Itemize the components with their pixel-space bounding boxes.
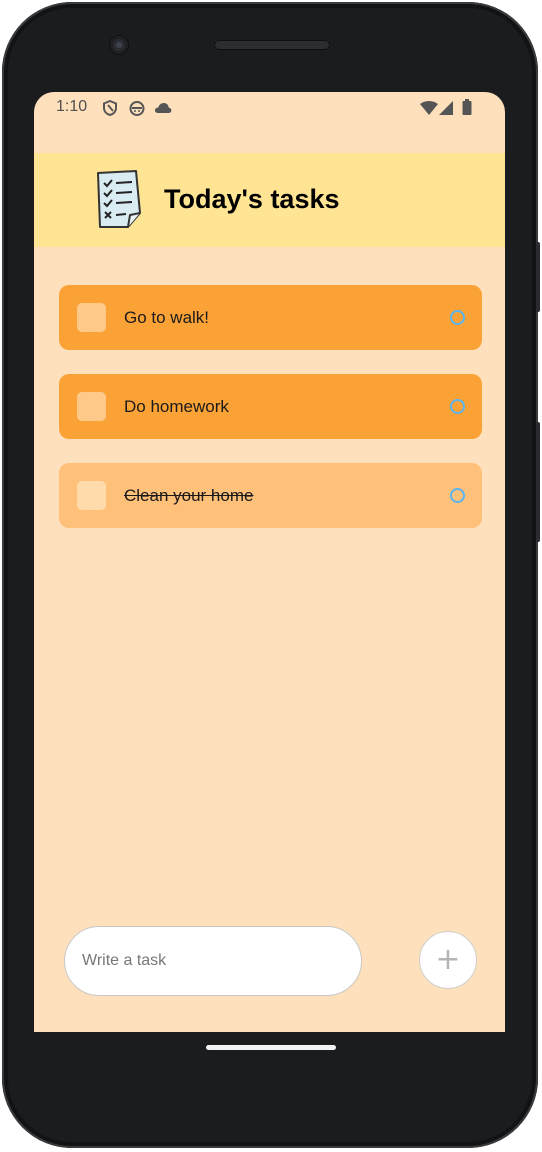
signal-icon — [439, 101, 453, 115]
task-checkbox[interactable] — [77, 303, 106, 332]
add-task-button[interactable]: + — [419, 931, 477, 989]
task-label: Go to walk! — [124, 308, 210, 327]
android-icon — [129, 101, 145, 116]
plus-icon: + — [435, 942, 461, 977]
task-label: Clean your home — [124, 486, 254, 505]
shield-icon — [103, 100, 117, 116]
status-bar: 1:10 — [34, 92, 505, 124]
task-input[interactable] — [65, 927, 361, 995]
power-button — [536, 242, 540, 312]
wifi-icon — [420, 101, 438, 115]
task-checkbox[interactable] — [77, 392, 106, 421]
earpiece-speaker — [214, 40, 330, 50]
volume-button — [536, 422, 540, 542]
task-item[interactable]: Clean your home — [59, 463, 482, 528]
battery-icon — [462, 99, 472, 115]
task-checkbox[interactable] — [77, 481, 106, 510]
app-screen: 1:10 Today's tasks Go to walk! Do homewo… — [34, 92, 505, 1032]
circle-icon — [450, 399, 465, 414]
task-item[interactable]: Go to walk! — [59, 285, 482, 350]
checklist-notepad-icon — [97, 170, 141, 228]
task-input-container — [64, 926, 362, 996]
home-gesture-bar[interactable] — [206, 1045, 336, 1050]
front-camera — [110, 36, 128, 54]
app-header: Today's tasks — [34, 153, 505, 247]
task-label: Do homework — [124, 397, 229, 416]
cloud-icon — [154, 103, 172, 113]
status-time: 1:10 — [56, 98, 88, 115]
circle-icon — [450, 488, 465, 503]
circle-icon — [450, 310, 465, 325]
phone-frame: 1:10 Today's tasks Go to walk! Do homewo… — [2, 2, 540, 1148]
page-title: Today's tasks — [164, 184, 340, 214]
task-item[interactable]: Do homework — [59, 374, 482, 439]
